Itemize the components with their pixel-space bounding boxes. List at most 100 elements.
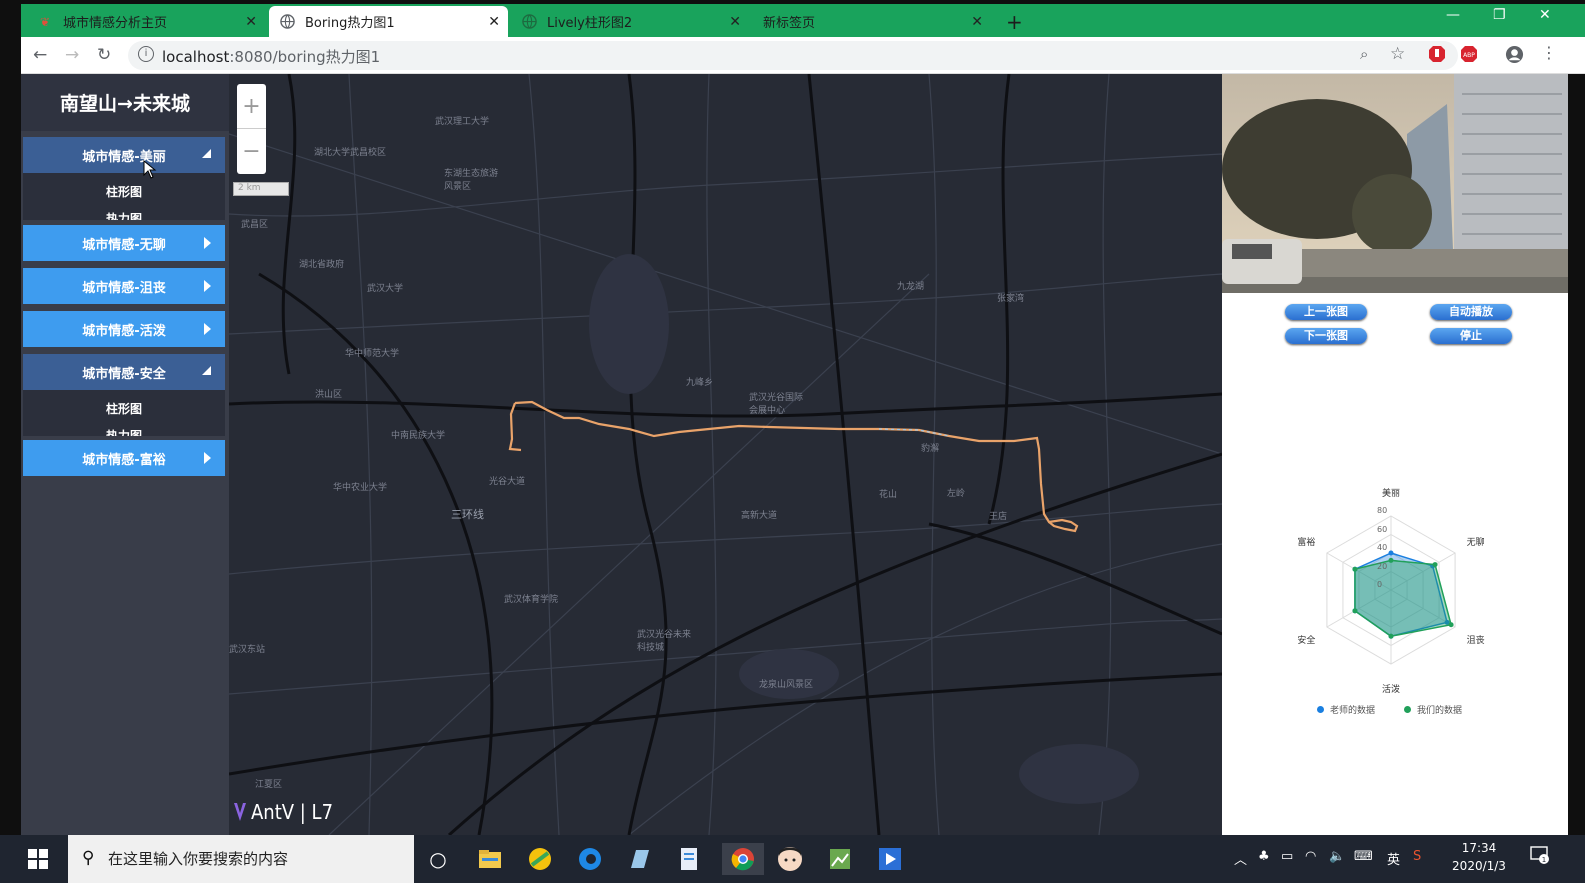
battery-icon[interactable]: ▭ (1281, 849, 1293, 864)
map-label: 东湖生态旅游风景区 (444, 169, 499, 192)
map-label: 王店 (989, 512, 1008, 522)
zoom-icon[interactable]: ⌕ (1360, 45, 1368, 63)
radar-point[interactable] (1352, 566, 1358, 572)
app-icon[interactable] (824, 843, 856, 875)
sidebar-title: 南望山→未来城 (21, 74, 229, 131)
radar-series-area[interactable] (1354, 559, 1453, 638)
right-edge (1568, 74, 1585, 835)
sidebar-item-wealthy[interactable]: 城市情感-富裕 (23, 440, 225, 476)
close-window-icon[interactable]: ✕ (1539, 7, 1551, 23)
media-player-icon[interactable] (874, 843, 906, 875)
close-icon[interactable]: ✕ (729, 14, 741, 30)
star-icon[interactable]: ☆ (1390, 44, 1405, 64)
profile-icon[interactable] (1505, 45, 1524, 68)
tab-lively-bar[interactable]: Lively柱形图2 ✕ (511, 6, 749, 37)
reload-icon[interactable]: ↻ (97, 45, 111, 65)
extension-block-icon[interactable] (1428, 45, 1446, 67)
edge-browser-icon[interactable] (574, 843, 606, 875)
collapse-icon (202, 149, 211, 158)
radar-tick-label: 80 (1377, 506, 1388, 515)
zoom-in-button[interactable]: + (237, 84, 266, 129)
autoplay-button[interactable]: 自动播放 (1430, 304, 1512, 320)
notification-icon[interactable]: 1 (1530, 846, 1550, 868)
sidebar: 南望山→未来城 城市情感-美丽 柱形图 热力图 城市情感-无聊 城市情感-沮丧 … (21, 74, 229, 835)
next-image-button[interactable]: 下一张图 (1285, 328, 1367, 344)
close-icon[interactable]: ✕ (488, 14, 500, 30)
sidebar-item-depressed[interactable]: 城市情感-沮丧 (23, 268, 225, 304)
volume-icon[interactable]: 🔈 (1329, 849, 1345, 864)
tab-home[interactable]: ❦ 城市情感分析主页 ✕ (27, 6, 265, 37)
globe-icon (521, 14, 537, 30)
desktop: ❦ 城市情感分析主页 ✕ Boring热力图1 ✕ Lively柱形图2 ✕ 新… (0, 0, 1585, 883)
stop-button[interactable]: 停止 (1430, 328, 1512, 344)
svg-text:1: 1 (1542, 856, 1546, 864)
map-canvas[interactable]: 武汉理工大学 东湖生态旅游风景区 湖北大学武昌校区 武昌区 湖北省政府 武汉大学… (229, 74, 1222, 835)
avatar-app-icon[interactable] (774, 843, 806, 875)
taskbar-search[interactable]: ⚲ 在这里输入你要搜索的内容 (68, 835, 414, 883)
map-label: 江夏区 (255, 780, 283, 790)
map-label: 九峰乡 (686, 378, 714, 388)
radar-axis-label: 无聊 (1466, 538, 1485, 549)
tab-boring-heatmap[interactable]: Boring热力图1 ✕ (269, 6, 508, 37)
tray-app-icon[interactable]: ♣ (1258, 849, 1270, 864)
sidebar-item-lively[interactable]: 城市情感-活泼 (23, 311, 225, 347)
radar-point[interactable] (1352, 608, 1358, 614)
zoom-out-button[interactable]: − (237, 129, 266, 174)
map-label: 武汉光谷国际会展中心 (749, 393, 804, 416)
sub-item-heatmap[interactable]: 热力图 (23, 427, 225, 436)
browser-tab-bar: ❦ 城市情感分析主页 ✕ Boring热力图1 ✕ Lively柱形图2 ✕ 新… (21, 4, 1585, 37)
close-icon[interactable]: ✕ (971, 14, 983, 30)
notepad-icon[interactable] (674, 843, 706, 875)
forward-icon[interactable]: → (65, 45, 79, 65)
chevron-up-icon[interactable]: ︿ (1234, 849, 1247, 868)
info-icon[interactable]: i (138, 46, 154, 62)
sub-item-bar-chart[interactable]: 柱形图 (23, 183, 225, 200)
legend-item-ours[interactable]: 我们的数据 (1404, 703, 1462, 716)
sogou-ime-icon[interactable]: S (1413, 849, 1421, 864)
map-label: 华中师范大学 (345, 349, 400, 359)
tab-new[interactable]: 新标签页 ✕ (753, 6, 991, 37)
radar-axis-label: 安全 (1297, 635, 1316, 646)
prev-image-button[interactable]: 上一张图 (1285, 304, 1367, 320)
new-tab-button[interactable]: + (1006, 10, 1023, 34)
app-icon[interactable] (624, 843, 656, 875)
radar-point[interactable] (1432, 562, 1438, 568)
map-label: 武汉光谷未来科技城 (637, 630, 692, 653)
search-icon: ⚲ (82, 848, 95, 868)
sidebar-item-safety[interactable]: 城市情感-安全 (23, 354, 225, 390)
radar-axis-label: 活泼 (1382, 684, 1401, 695)
task-view-icon[interactable]: ○ (422, 843, 454, 875)
legend-item-teacher[interactable]: 老师的数据 (1317, 703, 1375, 716)
map-label: 武昌区 (241, 220, 269, 230)
chrome-icon[interactable] (722, 843, 764, 875)
map-label: 武汉体育学院 (504, 595, 559, 605)
app-icon[interactable] (524, 843, 556, 875)
sidebar-item-beautiful[interactable]: 城市情感-美丽 (23, 137, 225, 173)
radar-point[interactable] (1388, 633, 1394, 639)
radar-axis-label: 沮丧 (1466, 635, 1485, 646)
adblock-icon[interactable]: ABP (1460, 45, 1478, 67)
keyboard-icon[interactable]: ⌨ (1354, 849, 1373, 864)
sub-item-heatmap[interactable]: 热力图 (23, 210, 225, 220)
sidebar-item-label: 城市情感-无聊 (82, 237, 166, 253)
radar-point[interactable] (1388, 550, 1394, 556)
sidebar-item-boring[interactable]: 城市情感-无聊 (23, 225, 225, 261)
antv-logo-icon (234, 803, 246, 821)
menu-icon[interactable]: ⋮ (1541, 43, 1557, 62)
radar-point[interactable] (1388, 557, 1394, 563)
back-icon[interactable]: ← (33, 45, 47, 65)
windows-start-icon[interactable] (28, 849, 48, 869)
minimize-icon[interactable]: — (1446, 7, 1460, 23)
restore-icon[interactable]: ❐ (1493, 7, 1506, 23)
tab-label: 城市情感分析主页 (63, 16, 168, 31)
radar-point[interactable] (1448, 622, 1454, 628)
close-icon[interactable]: ✕ (245, 14, 257, 30)
ime-indicator[interactable]: 英 (1387, 849, 1400, 868)
sub-item-bar-chart[interactable]: 柱形图 (23, 400, 225, 417)
expand-icon (204, 452, 211, 464)
wifi-icon[interactable]: ◠ (1305, 849, 1316, 864)
file-explorer-icon[interactable] (474, 843, 506, 875)
taskbar-clock[interactable]: 17:34 2020/1/3 (1447, 839, 1511, 875)
address-bar[interactable]: i localhost:8080/boring热力图1 ⌕ ☆ (128, 41, 1458, 70)
map-label: 龙泉山风景区 (759, 680, 814, 690)
